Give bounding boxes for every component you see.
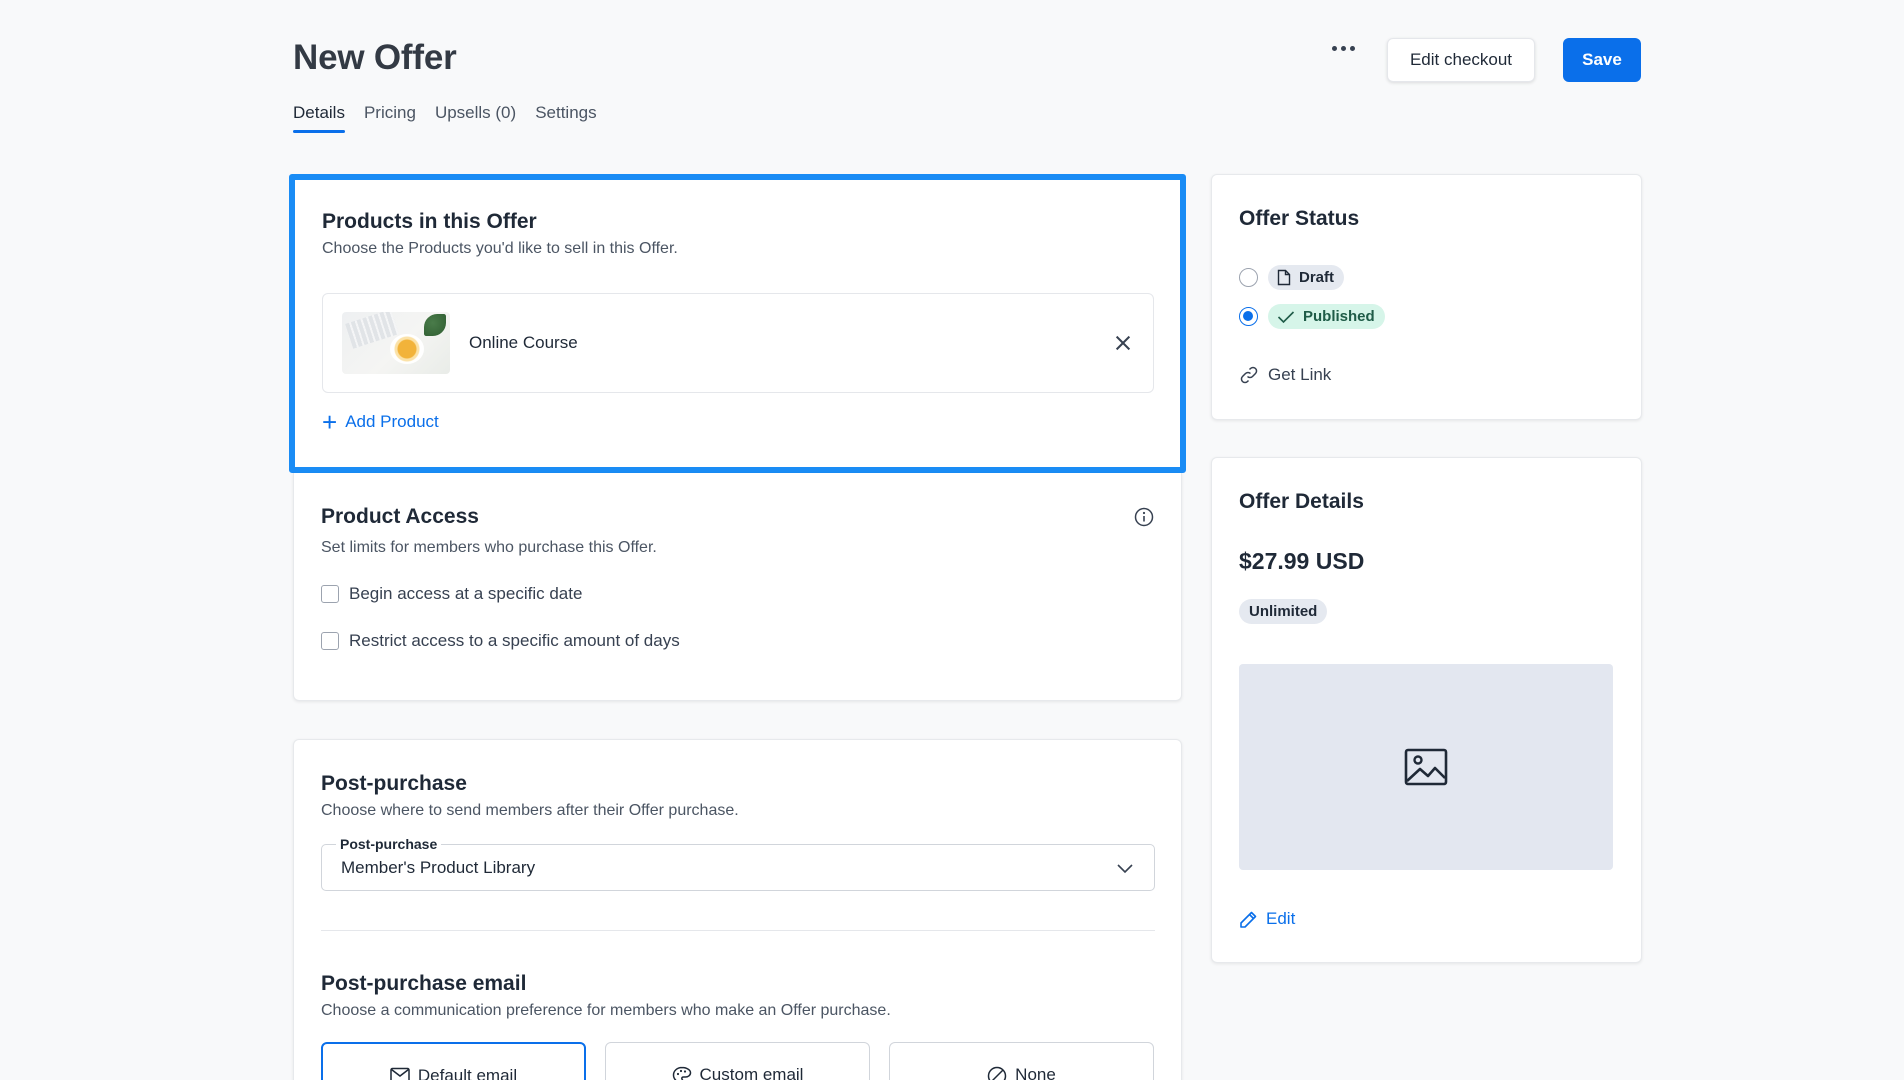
email-option-default[interactable]: Default email [321,1042,586,1080]
check-icon [1277,310,1295,323]
access-title: Product Access [321,505,479,528]
products-title: Products in this Offer [322,210,537,233]
post-purchase-email-section: Post-purchase email Choose a communicati… [321,972,891,1020]
product-item: Online Course [322,293,1154,393]
product-thumbnail [342,312,450,374]
ban-icon [987,1066,1007,1080]
offer-status-card: Offer Status Draft Published Get Link [1211,174,1642,420]
edit-offer-details-button[interactable]: Edit [1239,909,1295,929]
page-title: New Offer [293,38,457,77]
access-subtitle: Set limits for members who purchase this… [321,539,657,556]
email-option-none-label: None [1015,1065,1056,1080]
save-button[interactable]: Save [1563,38,1641,82]
more-horizontal-icon [1332,46,1337,51]
post-purchase-select-value: Member's Product Library [341,858,536,877]
pencil-icon [1240,911,1257,928]
post-purchase-email-subtitle: Choose a communication preference for me… [321,1002,891,1019]
begin-access-label: Begin access at a specific date [349,584,583,603]
products-subtitle: Choose the Products you'd like to sell i… [322,240,678,257]
tab-details[interactable]: Details [293,103,345,133]
offer-details-card: Offer Details $27.99 USD Unlimited Edit [1211,457,1642,963]
offer-details-title: Offer Details [1239,490,1364,513]
post-purchase-select[interactable]: Post-purchase Member's Product Library [321,836,1155,891]
draft-radio[interactable] [1239,268,1258,287]
status-option-draft[interactable]: Draft [1239,265,1345,290]
more-options-button[interactable] [1332,46,1355,51]
published-label: Published [1303,308,1375,325]
chevron-down-icon [1117,864,1133,874]
restrict-access-label: Restrict access to a specific amount of … [349,631,680,650]
email-options: Default email Custom email None [321,1042,1154,1080]
add-product-button[interactable]: + Add Product [322,407,439,437]
published-radio[interactable] [1239,307,1258,326]
tab-bar: Details Pricing Upsells (0) Settings [293,103,597,133]
add-product-label: Add Product [345,412,439,431]
unlimited-badge: Unlimited [1239,599,1328,624]
offer-price: $27.99 USD [1239,548,1365,574]
get-link-button[interactable]: Get Link [1239,365,1331,385]
email-option-custom-label: Custom email [699,1065,804,1080]
product-name: Online Course [469,333,578,352]
info-icon[interactable] [1134,507,1154,527]
begin-access-checkbox[interactable] [321,585,339,603]
edit-label: Edit [1266,909,1296,928]
restrict-access-checkbox[interactable] [321,632,339,650]
draft-label: Draft [1299,269,1335,286]
post-purchase-subtitle: Choose where to send members after their… [321,802,739,819]
offer-status-title: Offer Status [1239,207,1360,230]
palette-icon [672,1066,691,1080]
tab-settings[interactable]: Settings [535,103,596,133]
products-card: Products in this Offer Choose the Produc… [289,174,1186,473]
access-option-date[interactable]: Begin access at a specific date [321,584,1154,604]
post-purchase-email-title: Post-purchase email [321,972,527,995]
plus-icon: + [322,407,338,437]
link-icon [1240,366,1258,384]
published-pill: Published [1268,304,1385,329]
status-option-published[interactable]: Published [1239,304,1385,329]
access-option-days[interactable]: Restrict access to a specific amount of … [321,631,1154,651]
tab-pricing[interactable]: Pricing [364,103,416,133]
file-icon [1277,269,1291,286]
image-icon [1404,748,1448,786]
edit-checkout-button[interactable]: Edit checkout [1387,38,1535,82]
mail-icon [390,1067,410,1080]
post-purchase-title: Post-purchase [321,772,467,795]
remove-product-icon[interactable] [1113,333,1133,353]
email-option-none[interactable]: None [889,1042,1154,1080]
offer-image-placeholder[interactable] [1239,664,1613,870]
product-access-card: Product Access Set limits for members wh… [293,473,1182,701]
draft-pill: Draft [1268,265,1345,290]
post-purchase-select-label: Post-purchase [336,836,442,852]
email-option-custom[interactable]: Custom email [605,1042,870,1080]
post-purchase-card: Post-purchase Choose where to send membe… [293,739,1182,1080]
email-option-default-label: Default email [417,1066,518,1080]
get-link-label: Get Link [1268,365,1332,384]
tab-upsells[interactable]: Upsells (0) [435,103,516,133]
divider [321,930,1155,931]
